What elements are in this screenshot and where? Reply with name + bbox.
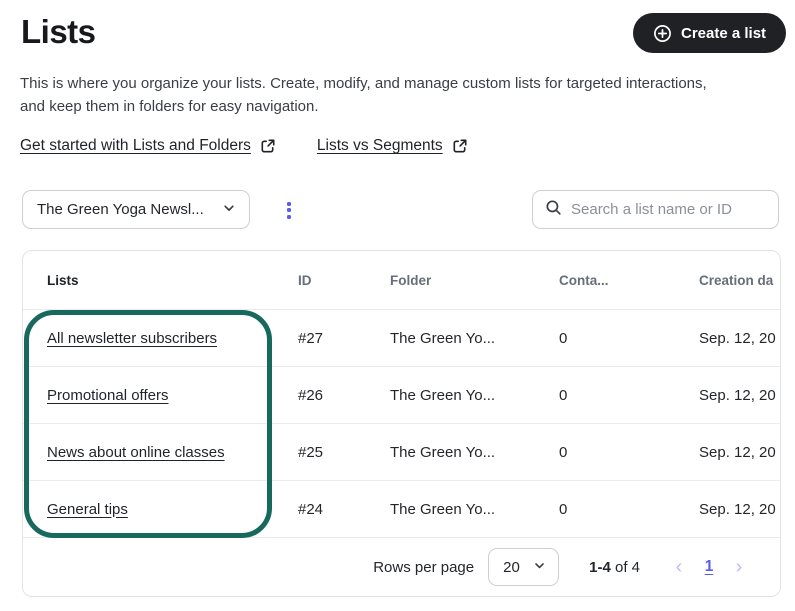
plus-circle-icon [653,24,672,43]
list-creation-date: Sep. 12, 20 [699,444,780,461]
pagination-page-1[interactable]: 1 [694,552,724,582]
table-header-row: Lists ID Folder Conta... Creation da [23,251,780,309]
link-label: Get started with Lists and Folders [20,137,251,155]
table-row: News about online classes #25 The Green … [23,423,780,480]
list-name-link[interactable]: All newsletter subscribers [47,330,217,347]
folder-filter-dropdown[interactable]: The Green Yoga Newsl... [22,190,250,229]
pagination: ‹ 1 › [664,552,754,582]
table-row: All newsletter subscribers #27 The Green… [23,309,780,366]
rows-per-page-value: 20 [503,559,520,576]
pagination-range-total: of 4 [611,559,640,576]
toolbar: The Green Yoga Newsl... [0,190,795,230]
list-id: #27 [298,330,390,347]
create-list-button-label: Create a list [681,25,766,42]
list-creation-date: Sep. 12, 20 [699,387,780,404]
column-header-folder[interactable]: Folder [390,273,559,288]
list-id: #25 [298,444,390,461]
search-box[interactable] [532,190,779,229]
external-link-icon [260,138,276,154]
list-name-link[interactable]: News about online classes [47,444,225,461]
pagination-next-icon[interactable]: › [724,552,754,582]
external-link-icon [452,138,468,154]
doc-links: Get started with Lists and Folders Lists… [20,137,468,155]
table-footer: Rows per page 20 1-4 of 4 ‹ 1 › [23,537,780,596]
list-folder: The Green Yo... [390,444,559,461]
kebab-menu-icon[interactable] [281,196,297,224]
list-creation-date: Sep. 12, 20 [699,330,780,347]
table-row: Promotional offers #26 The Green Yo... 0… [23,366,780,423]
list-name-link[interactable]: Promotional offers [47,387,168,404]
column-header-id[interactable]: ID [298,273,390,288]
list-creation-date: Sep. 12, 20 [699,501,780,518]
pagination-range: 1-4 of 4 [589,559,640,576]
list-contacts: 0 [559,387,699,404]
create-list-button[interactable]: Create a list [633,13,786,53]
chevron-down-icon [533,559,546,576]
link-lists-vs-segments[interactable]: Lists vs Segments [317,137,468,155]
list-id: #26 [298,387,390,404]
list-name-link[interactable]: General tips [47,501,128,518]
pagination-range-current: 1-4 [589,559,611,576]
lists-table-card: Lists ID Folder Conta... Creation da All… [22,250,781,597]
list-folder: The Green Yo... [390,501,559,518]
lists-page: Lists Create a list This is where you or… [0,0,795,611]
link-label: Lists vs Segments [317,137,443,155]
folder-filter-value: The Green Yoga Newsl... [37,201,204,218]
list-contacts: 0 [559,330,699,347]
list-contacts: 0 [559,444,699,461]
page-title: Lists [21,13,96,51]
search-input[interactable] [571,201,770,218]
list-folder: The Green Yo... [390,387,559,404]
link-get-started-lists-folders[interactable]: Get started with Lists and Folders [20,137,276,155]
chevron-down-icon [222,201,236,219]
pagination-prev-icon[interactable]: ‹ [664,552,694,582]
column-header-lists[interactable]: Lists [23,273,298,288]
column-header-contacts[interactable]: Conta... [559,273,699,288]
table-row: General tips #24 The Green Yo... 0 Sep. … [23,480,780,537]
search-icon [545,199,562,221]
column-header-creation-date[interactable]: Creation da [699,273,780,288]
list-contacts: 0 [559,501,699,518]
rows-per-page-label: Rows per page [373,559,474,576]
list-id: #24 [298,501,390,518]
list-folder: The Green Yo... [390,330,559,347]
page-description: This is where you organize your lists. C… [20,72,726,118]
rows-per-page-select[interactable]: 20 [488,548,559,586]
